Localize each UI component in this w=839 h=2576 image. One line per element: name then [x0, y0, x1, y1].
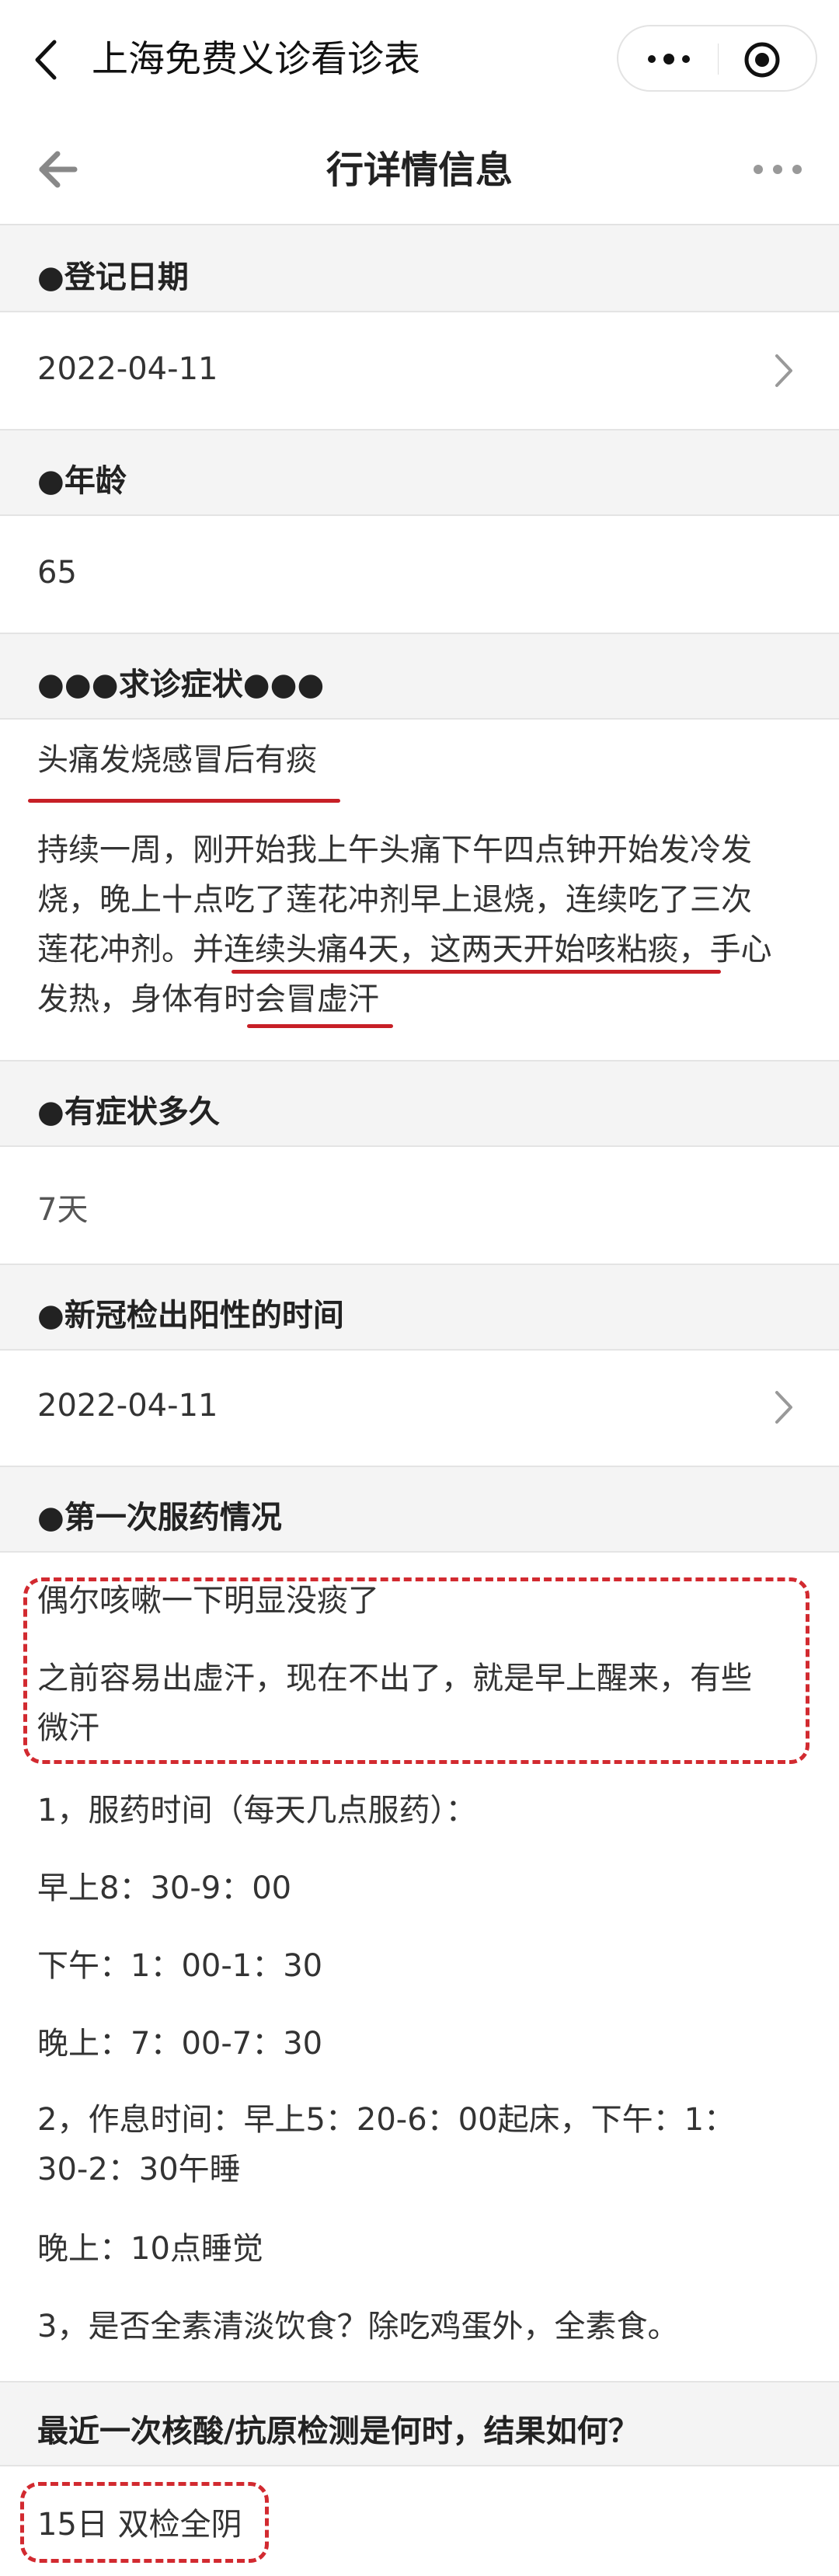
med-line-6: 下午：1：00-1：30	[37, 1948, 323, 1984]
test-value: 15日 双检全阴	[37, 2507, 242, 2543]
chevron-right-icon	[775, 1391, 792, 1424]
app-title: 上海免费义诊看诊表	[92, 38, 420, 81]
page-title: 行详情信息	[326, 148, 513, 192]
med-line-11: 3，是否全素清淡饮食？除吃鸡蛋外，全素食。	[37, 2309, 679, 2344]
symptom-line-4: 发热，身体有时会冒虚汗	[37, 974, 806, 1024]
test-label: 最近一次核酸/抗原检测是何时，结果如何？	[37, 2414, 639, 2449]
section-header-symptom: ●●●求诊症状●●●	[0, 633, 839, 720]
duration-label: ●有症状多久	[37, 1094, 220, 1130]
more-dots-icon[interactable]	[642, 42, 696, 76]
med-line-3: 微汗	[37, 1710, 99, 1746]
symptom-line-4b: 时会冒虚汗	[224, 981, 379, 1017]
med-line-1: 偶尔咳嗽一下明显没痰了	[37, 1583, 379, 1619]
record-target-icon[interactable]	[743, 40, 782, 79]
reg-date-value: 2022-04-11	[37, 351, 218, 387]
headline-underline	[28, 799, 340, 803]
section-header-covid: ●新冠检出阳性的时间	[0, 1264, 839, 1351]
symptom-line-1: 持续一周，刚开始我上午头痛下午四点钟开始发冷发	[37, 832, 752, 868]
symptom-line-2: 烧，晚上十点吃了莲花冲剂早上退烧，连续吃了三次	[37, 882, 752, 918]
mini-program-capsule	[617, 25, 817, 92]
chevron-right-icon	[775, 354, 792, 387]
symptom-line-3c: 手心	[709, 932, 772, 967]
line4-underline	[247, 1024, 393, 1028]
duration-row: 7天	[0, 1147, 839, 1264]
covid-label: ●新冠检出阳性的时间	[37, 1298, 344, 1333]
med-line-5: 早上8：30-9：00	[37, 1870, 292, 1906]
medication-block: 偶尔咳嗽一下明显没痰了 之前容易出虚汗，现在不出了，就是早上醒来，有些 微汗 1…	[0, 1553, 839, 2381]
more-options-icon[interactable]	[750, 160, 805, 179]
symptom-line-3a: 莲花冲剂。并	[37, 932, 224, 967]
symptom-headline: 头痛发烧感冒后有痰	[37, 742, 317, 778]
med-line-7: 晚上：7：00-7：30	[37, 2026, 323, 2062]
symptom-line-4a: 发热，身体有	[37, 981, 224, 1017]
age-label: ●年龄	[37, 463, 127, 499]
reg-date-row[interactable]: 2022-04-11	[0, 312, 839, 429]
section-header-test: 最近一次核酸/抗原检测是何时，结果如何？	[0, 2381, 839, 2466]
symptom-label: ●●●求诊症状●●●	[37, 667, 325, 702]
line3-underline	[232, 970, 721, 974]
symptom-block: 头痛发烧感冒后有痰 持续一周，刚开始我上午头痛下午四点钟开始发冷发 烧，晚上十点…	[0, 720, 839, 1060]
duration-value: 7天	[37, 1192, 89, 1228]
medication-label: ●第一次服药情况	[37, 1500, 282, 1535]
app-title-bar: 上海免费义诊看诊表	[0, 0, 839, 115]
symptom-line-3b: 连续头痛4天，这两天开始咳粘痰，	[224, 932, 710, 967]
section-header-medication: ●第一次服药情况	[0, 1466, 839, 1553]
chevron-left-icon[interactable]	[30, 33, 61, 87]
med-line-4: 1，服药时间（每天几点服药）：	[37, 1793, 477, 1828]
section-header-duration: ●有症状多久	[0, 1060, 839, 1147]
test-row: 15日 双检全阴	[0, 2466, 839, 2576]
age-value: 65	[37, 555, 77, 591]
symptom-line-3: 莲花冲剂。并连续头痛4天，这两天开始咳粘痰，手心	[37, 925, 806, 974]
section-header-age: ●年龄	[0, 429, 839, 516]
reg-date-label: ●登记日期	[37, 260, 189, 295]
med-line-2: 之前容易出虚汗，现在不出了，就是早上醒来，有些	[37, 1661, 752, 1696]
section-header-reg-date: ●登记日期	[0, 225, 839, 312]
med-line-10: 晚上：10点睡觉	[37, 2231, 263, 2267]
covid-value: 2022-04-11	[37, 1388, 218, 1424]
med-line-8: 2，作息时间：早上5：20-6：00起床，下午：1：	[37, 2102, 736, 2138]
med-line-9: 30-2：30午睡	[37, 2152, 241, 2187]
detail-header: 行详情信息	[0, 115, 839, 225]
covid-row[interactable]: 2022-04-11	[0, 1351, 839, 1466]
age-row: 65	[0, 516, 839, 633]
capsule-divider	[718, 44, 719, 75]
